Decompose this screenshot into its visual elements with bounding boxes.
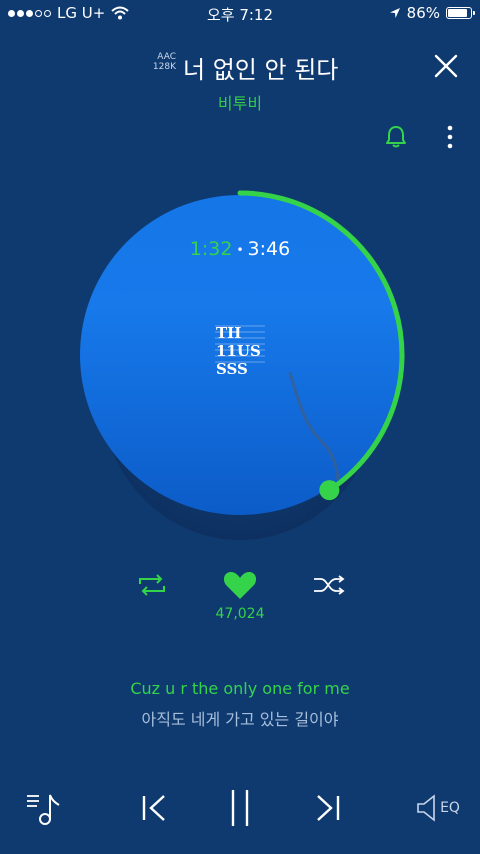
battery-icon [446,7,475,19]
next-icon [317,795,340,821]
lyric-current[interactable]: Cuz u r the only one for me [0,679,480,698]
pause-button[interactable] [224,788,256,828]
next-button[interactable] [310,788,346,828]
more-icon[interactable] [440,124,460,150]
prev-icon [142,795,165,821]
artist-name[interactable]: 비투비 [0,90,480,114]
pause-icon [231,790,249,826]
quality-bitrate: 128K [152,62,176,72]
eq-label: EQ [440,800,460,816]
total-time: 3:46 [247,238,291,260]
player-header: AAC 128K 너 없인 안 된다 비투비 [0,40,480,113]
playlist-button[interactable] [22,788,68,828]
status-bar: LG U+ 오후 7:12 86% [0,0,480,26]
album-art-logo: TH 11US SSS [215,324,265,378]
location-icon [389,8,400,18]
playlist-icon [27,794,60,825]
progress-knob[interactable] [319,480,340,501]
status-right: 86% [389,4,475,22]
bell-icon[interactable] [384,124,408,150]
like-count: 47,024 [215,606,265,622]
song-title: 너 없인 안 된다 [183,56,339,84]
previous-button[interactable] [136,788,172,828]
album-art-text-top: TH [216,324,241,342]
disc-player: 1:32 • 3:46 TH 11US SSS [60,180,420,540]
lyric-next[interactable]: 아직도 네게 가고 있는 길이야 [0,706,480,730]
repeat-icon[interactable] [136,574,168,596]
heart-icon[interactable] [223,570,257,600]
eq-icon [417,794,435,822]
time-display: 1:32 • 3:46 [189,238,291,260]
battery-percent: 86% [406,4,440,22]
quality-codec: AAC [157,52,176,62]
shuffle-icon[interactable] [312,574,346,596]
audio-quality-badge: AAC 128K [146,52,176,72]
close-icon[interactable] [432,52,460,80]
track-actions: 47,024 [0,560,480,630]
album-art-text-bottom: SSS [216,360,248,378]
playback-controls: EQ [0,780,480,840]
album-art-text-mid: 11US [216,342,261,360]
eq-button[interactable]: EQ [412,788,464,828]
current-time: 1:32 [189,238,233,260]
